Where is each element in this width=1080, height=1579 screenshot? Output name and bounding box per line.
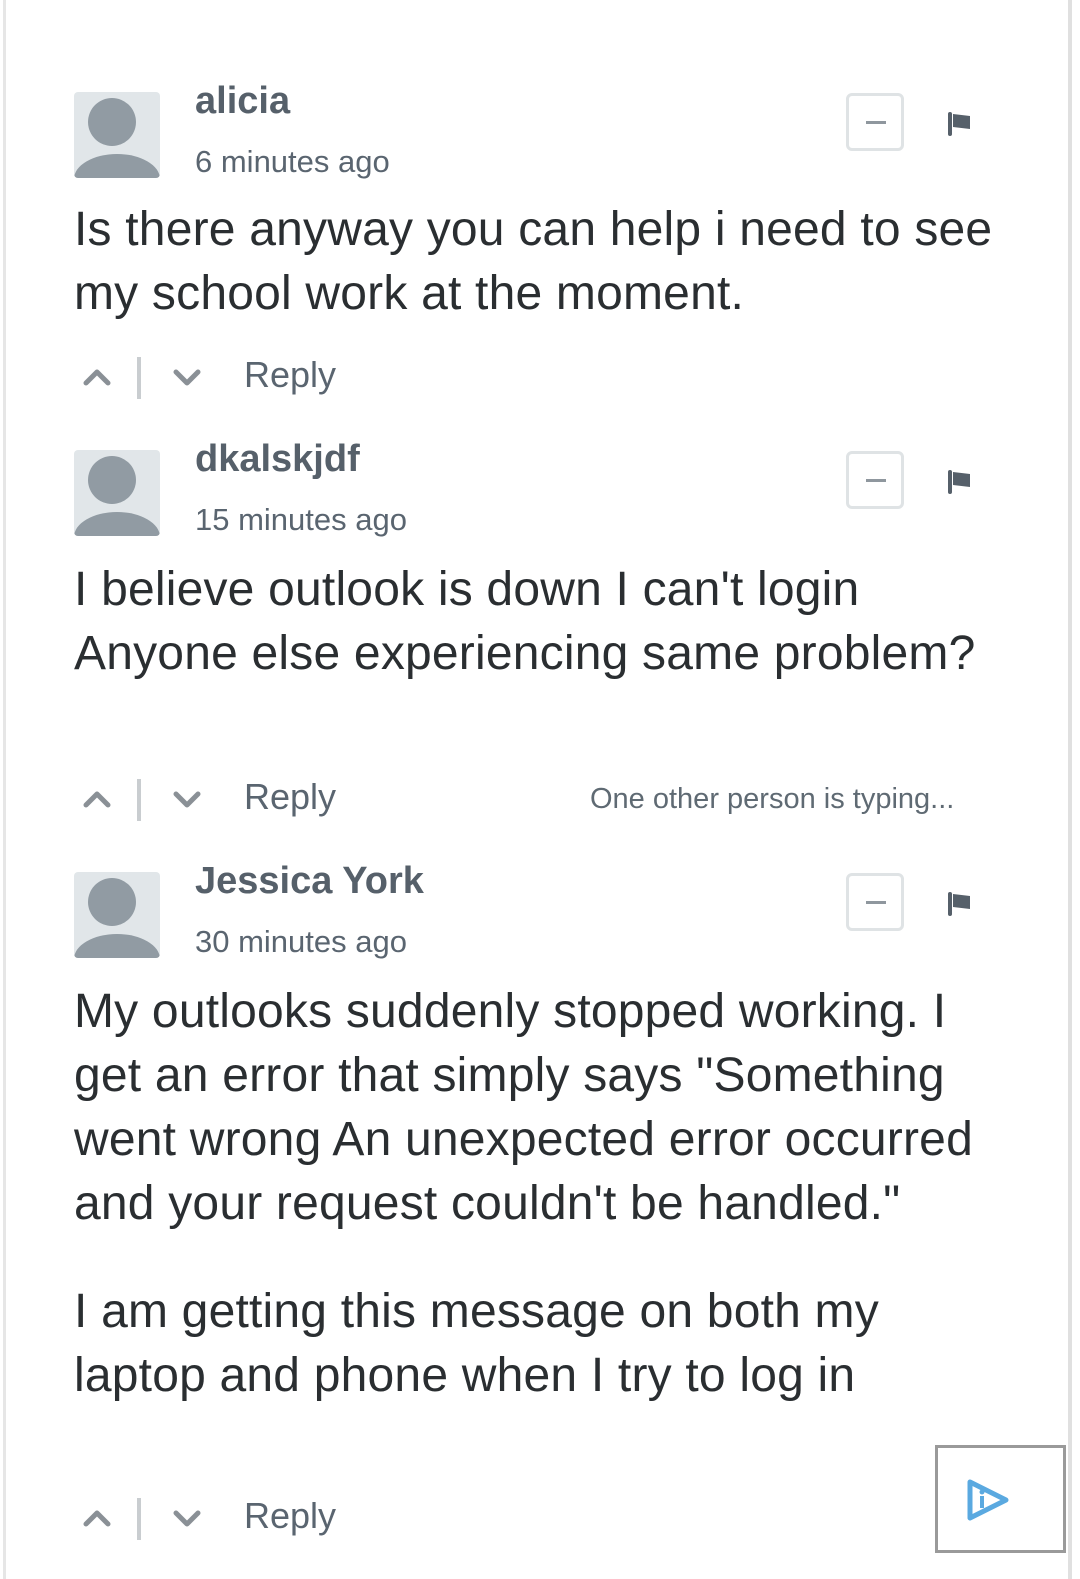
comment-body: My outlooks suddenly stopped working. I … (74, 980, 1014, 1408)
comment-timestamp[interactable]: 6 minutes ago (195, 144, 390, 180)
scrollbar[interactable] (1068, 0, 1072, 1579)
adchoices-icon (967, 1479, 1009, 1521)
comment-actions: Reply (74, 1495, 1004, 1546)
reply-button[interactable]: Reply (244, 354, 336, 396)
avatar-body (74, 934, 160, 958)
chevron-down-icon[interactable] (172, 365, 202, 389)
avatar-head (88, 98, 136, 146)
comment-paragraph: I believe outlook is down I can't login … (74, 563, 976, 680)
chevron-down-icon[interactable] (172, 787, 202, 811)
page-border-left (3, 0, 6, 1579)
avatar[interactable] (74, 872, 160, 958)
ad-choices-button[interactable] (935, 1445, 1066, 1553)
collapse-button[interactable] (846, 873, 904, 931)
comment-paragraph: I am getting this message on both my lap… (74, 1285, 879, 1402)
chevron-down-icon[interactable] (172, 1506, 202, 1530)
reply-button[interactable]: Reply (244, 1495, 336, 1537)
avatar[interactable] (74, 450, 160, 536)
vote-divider (137, 1498, 141, 1540)
collapse-button[interactable] (846, 93, 904, 151)
comment-paragraph: My outlooks suddenly stopped working. I … (74, 985, 973, 1230)
comment-author[interactable]: Jessica York (195, 860, 424, 903)
flag-icon[interactable] (946, 468, 974, 496)
vote-divider (137, 357, 141, 399)
typing-indicator: One other person is typing... (590, 783, 955, 815)
avatar[interactable] (74, 92, 160, 178)
flag-icon[interactable] (946, 110, 974, 138)
avatar-head (88, 878, 136, 926)
avatar-body (74, 154, 160, 178)
comment-timestamp[interactable]: 30 minutes ago (195, 924, 407, 960)
minus-icon (866, 901, 886, 904)
chevron-up-icon[interactable] (82, 1506, 112, 1530)
comment-actions: Reply One other person is typing... (74, 776, 1004, 827)
comment-actions: Reply (74, 354, 1004, 405)
minus-icon (866, 479, 886, 482)
comment-author[interactable]: alicia (195, 80, 290, 123)
collapse-button[interactable] (846, 451, 904, 509)
reply-button[interactable]: Reply (244, 776, 336, 818)
comment-timestamp[interactable]: 15 minutes ago (195, 502, 407, 538)
comment-body: Is there anyway you can help i need to s… (74, 198, 1014, 326)
flag-icon[interactable] (946, 890, 974, 918)
minus-icon (866, 121, 886, 124)
avatar-head (88, 456, 136, 504)
chevron-up-icon[interactable] (82, 365, 112, 389)
avatar-body (74, 512, 160, 536)
comment-author[interactable]: dkalskjdf (195, 438, 360, 481)
comment-body: I believe outlook is down I can't login … (74, 558, 1014, 686)
comment-paragraph: Is there anyway you can help i need to s… (74, 203, 993, 320)
chevron-up-icon[interactable] (82, 787, 112, 811)
vote-divider (137, 779, 141, 821)
